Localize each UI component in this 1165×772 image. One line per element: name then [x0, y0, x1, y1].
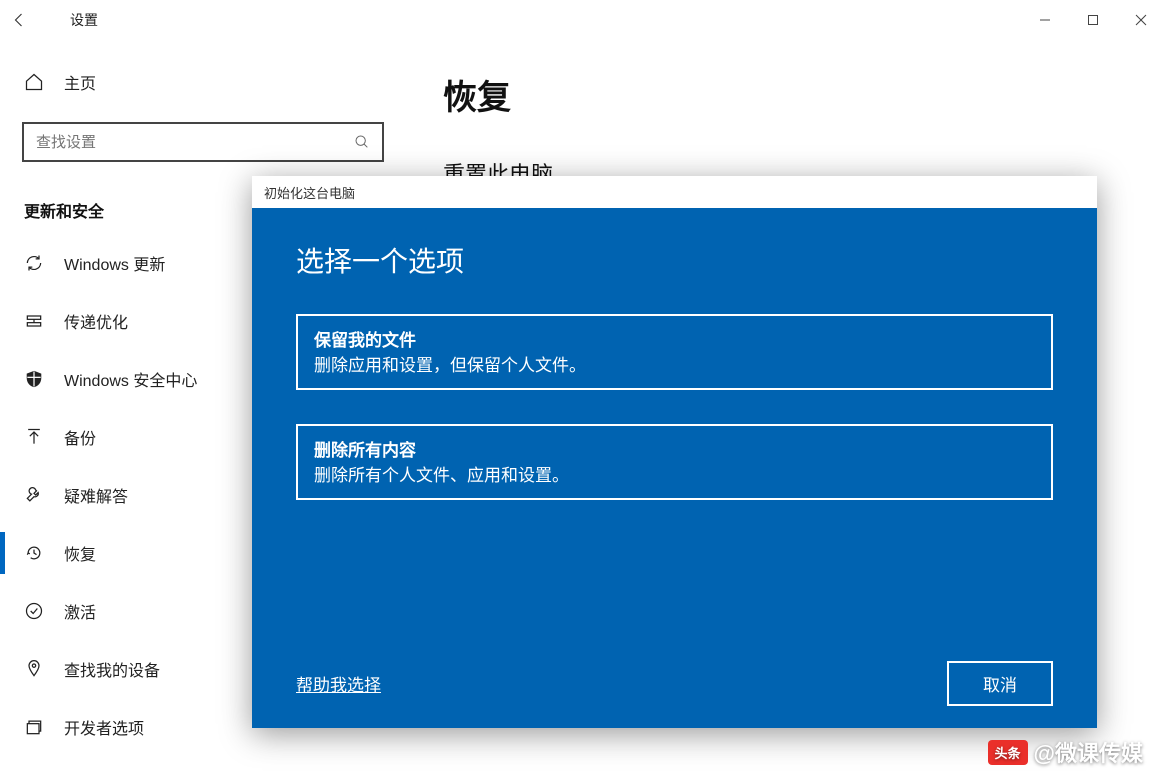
dialog-body: 选择一个选项 保留我的文件 删除应用和设置，但保留个人文件。 删除所有内容 删除…	[252, 208, 1097, 728]
help-link[interactable]: 帮助我选择	[296, 671, 381, 696]
troubleshoot-icon	[24, 485, 44, 505]
cancel-button[interactable]: 取消	[947, 661, 1053, 706]
search-box[interactable]	[22, 122, 384, 162]
optimization-icon	[24, 311, 44, 331]
refresh-icon	[24, 253, 44, 273]
option-desc: 删除所有个人文件、应用和设置。	[314, 461, 1035, 486]
shield-icon	[24, 369, 44, 389]
sidebar-item-label: 疑难解答	[64, 483, 128, 507]
watermark-badge: 头条	[988, 740, 1028, 765]
close-button[interactable]	[1117, 0, 1165, 40]
titlebar: 设置	[0, 0, 1165, 40]
maximize-button[interactable]	[1069, 0, 1117, 40]
sidebar-item-label: 查找我的设备	[64, 657, 160, 681]
sidebar-item-label: 恢复	[64, 541, 96, 565]
option-remove-all[interactable]: 删除所有内容 删除所有个人文件、应用和设置。	[296, 424, 1053, 500]
sidebar-item-label: 激活	[64, 599, 96, 623]
sidebar-item-label: 传递优化	[64, 309, 128, 333]
close-icon	[1135, 14, 1147, 26]
option-keep-files[interactable]: 保留我的文件 删除应用和设置，但保留个人文件。	[296, 314, 1053, 390]
maximize-icon	[1087, 14, 1099, 26]
activation-icon	[24, 601, 44, 621]
window-controls	[1021, 0, 1165, 40]
dialog-footer: 帮助我选择 取消	[296, 661, 1053, 706]
backup-icon	[24, 427, 44, 447]
find-device-icon	[24, 659, 44, 679]
minimize-icon	[1039, 14, 1051, 26]
back-button[interactable]	[0, 0, 40, 40]
recovery-icon	[24, 543, 44, 563]
search-icon	[354, 134, 370, 150]
sidebar-item-label: 开发者选项	[64, 715, 144, 739]
home-link[interactable]: 主页	[0, 60, 394, 104]
window-title: 设置	[70, 10, 98, 30]
reset-dialog: 初始化这台电脑 选择一个选项 保留我的文件 删除应用和设置，但保留个人文件。 删…	[252, 176, 1097, 728]
dialog-titlebar: 初始化这台电脑	[252, 176, 1097, 208]
option-desc: 删除应用和设置，但保留个人文件。	[314, 351, 1035, 376]
page-title: 恢复	[443, 70, 1165, 119]
sidebar-item-label: Windows 安全中心	[64, 367, 197, 391]
watermark-text: @微课传媒	[1034, 736, 1143, 768]
option-title: 保留我的文件	[314, 326, 1035, 351]
minimize-button[interactable]	[1021, 0, 1069, 40]
watermark: 头条 @微课传媒	[988, 736, 1143, 768]
home-icon	[24, 72, 44, 92]
option-title: 删除所有内容	[314, 436, 1035, 461]
sidebar-item-label: 备份	[64, 425, 96, 449]
sidebar-item-label: Windows 更新	[64, 251, 165, 275]
dialog-heading: 选择一个选项	[296, 240, 1053, 280]
arrow-left-icon	[11, 11, 29, 29]
developer-icon	[24, 717, 44, 737]
search-input[interactable]	[36, 134, 354, 151]
home-label: 主页	[64, 70, 96, 94]
